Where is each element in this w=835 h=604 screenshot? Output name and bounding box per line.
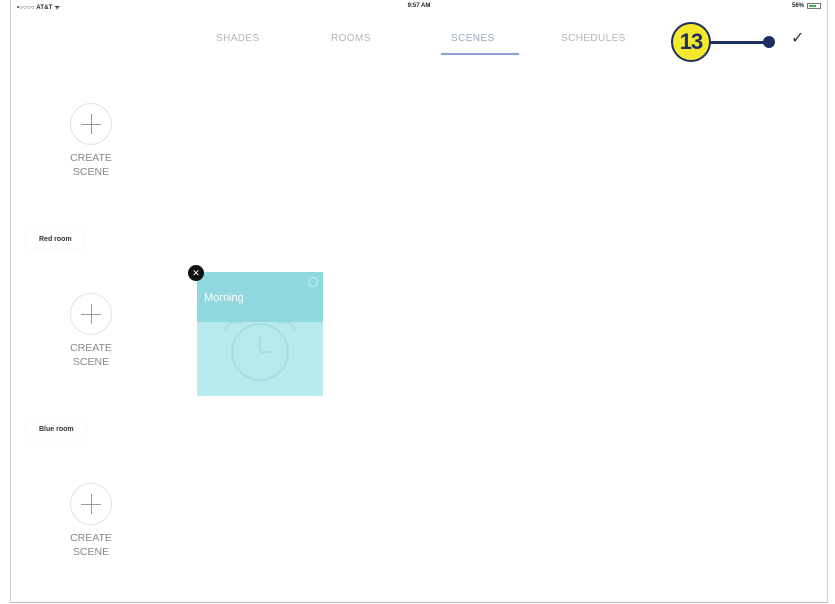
- create-scene-label: CREATE SCENE: [51, 151, 131, 179]
- create-label-line2: SCENE: [72, 546, 110, 558]
- create-scene-button-blue-room[interactable]: CREATE SCENE: [51, 483, 131, 559]
- plus-icon: [70, 293, 112, 335]
- scene-card-body: [197, 322, 323, 396]
- tab-schedules[interactable]: SCHEDULES: [561, 33, 626, 44]
- create-scene-label: CREATE SCENE: [51, 341, 131, 369]
- callout-leader-line: [710, 41, 766, 44]
- callout-pointer-dot: [763, 36, 775, 48]
- room-title-blue: Blue room: [27, 420, 86, 439]
- create-label-line2: SCENE: [72, 356, 110, 368]
- create-label-line1: CREATE: [70, 532, 112, 544]
- create-label-line1: CREATE: [70, 342, 112, 354]
- app-frame: •○○○○ AT&T ᯤ 9:57 AM 56% SHADES ROOMS SC…: [10, 0, 828, 603]
- create-label-line2: SCENE: [72, 166, 110, 178]
- scene-edit-icon[interactable]: [308, 277, 318, 287]
- active-tab-indicator: [441, 53, 519, 55]
- scene-name: Morning: [204, 292, 244, 304]
- done-checkmark-button[interactable]: ✓: [791, 28, 804, 48]
- scene-card-header: Morning: [197, 272, 323, 322]
- clock-label: 9:57 AM: [407, 3, 431, 9]
- delete-scene-close-icon[interactable]: ✕: [188, 265, 204, 281]
- tab-rooms[interactable]: ROOMS: [331, 33, 371, 44]
- status-bar: •○○○○ AT&T ᯤ 9:57 AM 56%: [11, 0, 827, 14]
- alarm-clock-icon: [224, 322, 296, 381]
- battery-icon: [807, 3, 821, 9]
- tab-shades[interactable]: SHADES: [216, 33, 260, 44]
- battery-percent: 56%: [791, 3, 804, 9]
- step-callout: 13: [671, 22, 791, 62]
- create-scene-button-red-room[interactable]: CREATE SCENE: [51, 293, 131, 369]
- create-label-line1: CREATE: [70, 152, 112, 164]
- callout-number-badge: 13: [671, 22, 711, 62]
- plus-icon: [70, 103, 112, 145]
- create-scene-label: CREATE SCENE: [51, 531, 131, 559]
- plus-icon: [70, 483, 112, 525]
- room-title-red: Red room: [27, 230, 84, 249]
- create-scene-button[interactable]: CREATE SCENE: [51, 103, 131, 179]
- battery-indicator: 56%: [792, 3, 821, 9]
- tab-scenes[interactable]: SCENES: [451, 33, 495, 44]
- scene-card-morning[interactable]: Morning: [197, 272, 323, 396]
